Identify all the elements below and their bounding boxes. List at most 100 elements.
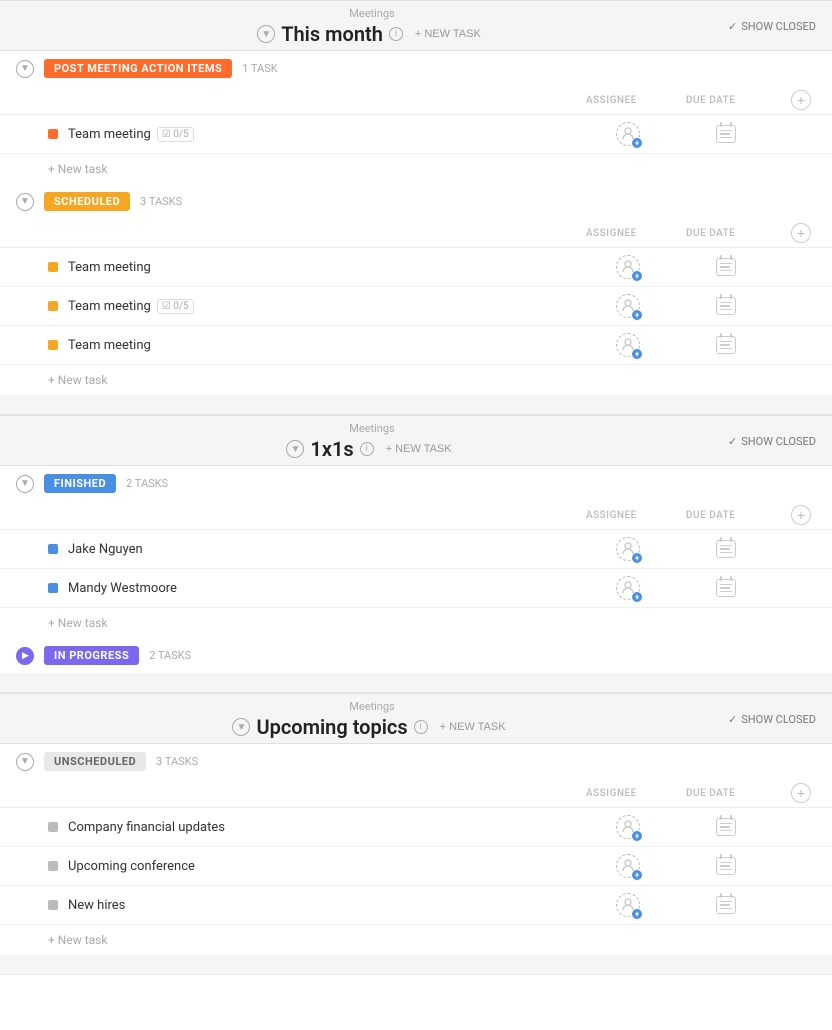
- meetings-label: Meetings: [349, 422, 394, 435]
- task-name[interactable]: Jake Nguyen: [68, 542, 616, 557]
- new-task-header-button[interactable]: + NEW TASK: [434, 719, 512, 735]
- group-header: ▼POST MEETING ACTION ITEMS1 TASK: [0, 51, 832, 86]
- date-picker-icon[interactable]: [716, 336, 736, 354]
- group-header: ▶IN PROGRESS2 TASKS: [0, 638, 832, 673]
- group-header: ▼ SCHEDULED 3 TASKS: [0, 184, 832, 219]
- group-collapse-button[interactable]: ▼: [16, 475, 34, 493]
- task-name[interactable]: Team meeting: [68, 260, 616, 275]
- date-picker-icon[interactable]: [716, 818, 736, 836]
- task-name[interactable]: Company financial updates: [68, 820, 616, 835]
- table-row: Company financial updates +: [0, 808, 832, 847]
- group-status-badge: FINISHED: [44, 474, 116, 493]
- assignee-avatar[interactable]: +: [616, 854, 640, 878]
- date-picker-icon[interactable]: [716, 297, 736, 315]
- show-closed-button[interactable]: ✓ SHOW CLOSED: [728, 20, 816, 33]
- date-picker-icon[interactable]: [716, 125, 736, 143]
- assignee-column-header: ASSIGNEE: [586, 510, 686, 521]
- date-picker-icon[interactable]: [716, 896, 736, 914]
- due-date-column-header: DUE DATE: [686, 228, 786, 239]
- task-color-indicator: [48, 340, 58, 350]
- add-column-button[interactable]: +: [791, 223, 811, 243]
- due-date-column-header: DUE DATE: [686, 95, 786, 106]
- section-header: Meetings▼This monthi+ NEW TASK✓ SHOW CLO…: [0, 0, 832, 51]
- section-gap: [0, 955, 832, 975]
- task-name[interactable]: Upcoming conference: [68, 859, 616, 874]
- task-name[interactable]: Team meeting☑ 0/5: [68, 299, 616, 314]
- add-column-button[interactable]: +: [791, 90, 811, 110]
- group-post-meeting: ▼POST MEETING ACTION ITEMS1 TASKASSIGNEE…: [0, 51, 832, 184]
- group-header: ▼UNSCHEDULED3 TASKS: [0, 744, 832, 779]
- add-task-button[interactable]: + New task: [0, 925, 832, 955]
- assignee-avatar[interactable]: +: [616, 815, 640, 839]
- assignee-avatar[interactable]: +: [616, 537, 640, 561]
- new-task-header-button[interactable]: + NEW TASK: [409, 26, 487, 42]
- group-in-progress: ▶IN PROGRESS2 TASKS: [0, 638, 832, 673]
- group-status-badge: IN PROGRESS: [44, 646, 139, 665]
- add-assignee-badge[interactable]: +: [632, 831, 642, 841]
- date-picker-icon[interactable]: [716, 579, 736, 597]
- section-title: 1x1s: [310, 437, 353, 461]
- group-status-badge: POST MEETING ACTION ITEMS: [44, 59, 232, 78]
- column-headers: ASSIGNEEDUE DATE+: [0, 501, 832, 530]
- group-unscheduled: ▼UNSCHEDULED3 TASKSASSIGNEEDUE DATE+Comp…: [0, 744, 832, 955]
- progress-collapse-button[interactable]: ▶: [16, 647, 34, 665]
- group-collapse-button[interactable]: ▼: [16, 193, 34, 211]
- section-1x1s: Meetings ▼ 1x1s i + NEW TASK ✓ SHOW CLOSED ▼ FI…: [0, 415, 832, 693]
- task-name[interactable]: Team meeting☑ 0/5: [68, 127, 616, 142]
- assignee-column-header: ASSIGNEE: [586, 228, 686, 239]
- task-completion-badge[interactable]: ☑ 0/5: [157, 127, 194, 142]
- task-completion-badge[interactable]: ☑ 0/5: [157, 299, 194, 314]
- group-task-count: 2 TASKS: [126, 477, 168, 490]
- add-assignee-badge[interactable]: +: [632, 592, 642, 602]
- show-closed-button[interactable]: ✓ SHOW CLOSED: [728, 435, 816, 448]
- add-assignee-badge[interactable]: +: [632, 138, 642, 148]
- add-column-button[interactable]: +: [791, 505, 811, 525]
- add-task-button[interactable]: + New task: [0, 608, 832, 638]
- task-name[interactable]: Team meeting: [68, 338, 616, 353]
- info-icon[interactable]: i: [360, 442, 374, 456]
- date-picker-icon[interactable]: [716, 857, 736, 875]
- group-task-count: 3 TASKS: [140, 195, 182, 208]
- group-collapse-button[interactable]: ▼: [16, 60, 34, 78]
- group-header: ▼ FINISHED 2 TASKS: [0, 466, 832, 501]
- add-column-button[interactable]: +: [791, 783, 811, 803]
- info-icon[interactable]: i: [389, 27, 403, 41]
- task-name[interactable]: New hires: [68, 898, 616, 913]
- assignee-avatar[interactable]: +: [616, 333, 640, 357]
- add-assignee-badge[interactable]: +: [632, 349, 642, 359]
- column-headers: ASSIGNEEDUE DATE +: [0, 219, 832, 248]
- info-icon[interactable]: i: [414, 720, 428, 734]
- section-this-month: Meetings▼This monthi+ NEW TASK✓ SHOW CLO…: [0, 0, 832, 415]
- assignee-avatar[interactable]: +: [616, 576, 640, 600]
- add-assignee-badge[interactable]: +: [632, 310, 642, 320]
- add-assignee-badge[interactable]: +: [632, 909, 642, 919]
- assignee-avatar[interactable]: +: [616, 122, 640, 146]
- check-icon: ✓: [728, 713, 737, 726]
- section-collapse-button[interactable]: ▼: [286, 440, 304, 458]
- section-collapse-button[interactable]: ▼: [232, 718, 250, 736]
- group-status-badge: SCHEDULED: [44, 192, 130, 211]
- show-closed-button[interactable]: ✓ SHOW CLOSED: [728, 713, 816, 726]
- table-row: Team meeting +: [0, 326, 832, 365]
- add-task-button[interactable]: + New task: [0, 154, 832, 184]
- group-collapse-button[interactable]: ▼: [16, 753, 34, 771]
- task-name[interactable]: Mandy Westmoore: [68, 581, 616, 596]
- column-headers: ASSIGNEEDUE DATE+: [0, 779, 832, 808]
- assignee-avatar[interactable]: +: [616, 893, 640, 917]
- task-color-indicator: [48, 900, 58, 910]
- section-collapse-button[interactable]: ▼: [257, 25, 275, 43]
- section-title: Upcoming topics: [256, 715, 407, 739]
- table-row: Team meeting +: [0, 248, 832, 287]
- task-color-indicator: [48, 262, 58, 272]
- section-upcoming-topics: Meetings▼Upcoming topicsi+ NEW TASK✓ SHO…: [0, 693, 832, 975]
- meetings-label: Meetings: [349, 7, 394, 20]
- date-picker-icon[interactable]: [716, 540, 736, 558]
- assignee-avatar[interactable]: +: [616, 294, 640, 318]
- assignee-avatar[interactable]: +: [616, 255, 640, 279]
- date-picker-icon[interactable]: [716, 258, 736, 276]
- add-assignee-badge[interactable]: +: [632, 870, 642, 880]
- add-assignee-badge[interactable]: +: [632, 271, 642, 281]
- add-task-button[interactable]: + New task: [0, 365, 832, 395]
- new-task-header-button[interactable]: + NEW TASK: [380, 441, 458, 457]
- add-assignee-badge[interactable]: +: [632, 553, 642, 563]
